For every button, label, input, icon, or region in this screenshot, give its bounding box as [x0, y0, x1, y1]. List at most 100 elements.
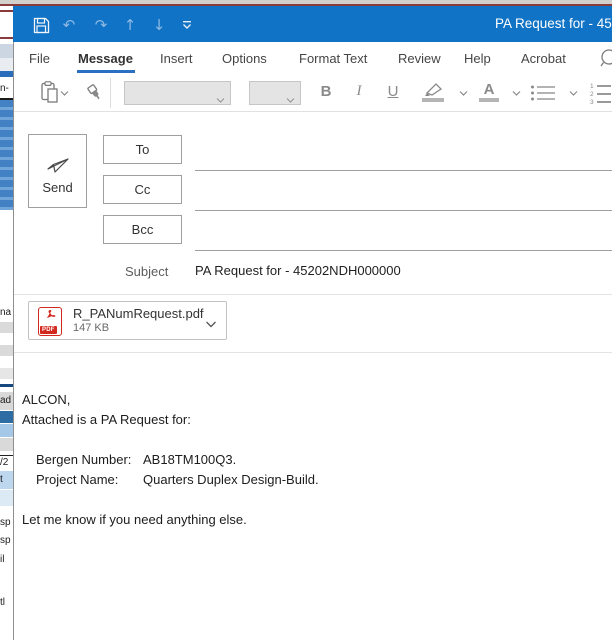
underline-button[interactable]: U — [385, 83, 401, 100]
chevron-down-icon — [205, 320, 217, 329]
message-window: ↶ ↷ ↑ ↓ PA Request for - 45202 File Mes — [13, 6, 612, 640]
paste-icon — [41, 81, 58, 103]
tab-options[interactable]: Options — [222, 51, 267, 66]
tab-insert[interactable]: Insert — [160, 51, 193, 66]
bullets-button[interactable] — [530, 84, 556, 102]
tab-review[interactable]: Review — [398, 51, 441, 66]
body-project-line: Project Name:Quarters Duplex Design-Buil… — [36, 470, 604, 490]
to-field[interactable] — [195, 143, 612, 171]
highlight-dropdown[interactable] — [459, 90, 468, 97]
ribbon-toolbar: B I U A — [13, 75, 612, 112]
bullets-icon — [530, 84, 556, 102]
body-greeting: ALCON, — [22, 390, 604, 410]
undo-icon: ↶ — [63, 16, 76, 34]
chevron-down-icon — [60, 90, 69, 97]
arrow-down-icon: ↓ — [153, 16, 166, 34]
tell-me-button[interactable] — [598, 47, 612, 74]
bergen-number-value: AB18TM100Q3. — [143, 452, 236, 467]
subject-label: Subject — [125, 264, 168, 279]
numbering-icon: 1 — [590, 83, 597, 90]
tab-message[interactable]: Message — [78, 51, 133, 66]
format-painter-icon — [85, 83, 105, 103]
bullets-dropdown[interactable] — [569, 90, 578, 97]
project-name-value: Quarters Duplex Design-Build. — [143, 472, 319, 487]
chevron-down-icon — [216, 97, 225, 104]
body-intro: Attached is a PA Request for: — [22, 410, 604, 430]
cc-button[interactable]: Cc — [103, 175, 182, 204]
send-icon — [44, 149, 72, 177]
title-bar: ↶ ↷ ↑ ↓ PA Request for - 45202 — [13, 6, 612, 42]
active-tab-indicator — [77, 70, 135, 73]
attachment-filename: R_PANumRequest.pdf — [73, 306, 204, 321]
background-text-fragment: /2 — [0, 457, 13, 468]
cc-field[interactable] — [195, 183, 612, 211]
window-left-edge — [13, 42, 14, 640]
acrobat-swirl-icon — [39, 308, 60, 323]
body-area-divider — [13, 352, 612, 353]
message-body-editor[interactable]: ALCON, Attached is a PA Request for: Ber… — [22, 390, 604, 640]
save-button[interactable] — [31, 15, 51, 35]
background-text-fragment: na — [0, 307, 13, 318]
background-text-fragment: sp — [0, 535, 13, 546]
send-button[interactable]: Send — [28, 134, 87, 208]
move-down-button[interactable]: ↓ — [149, 15, 169, 35]
attachment-options-dropdown[interactable] — [205, 316, 217, 334]
background-text-fragment: tl — [0, 597, 13, 608]
font-color-bar — [479, 98, 499, 102]
background-text-fragment: ad — [0, 395, 13, 406]
body-bergen-line: Bergen Number:AB18TM100Q3. — [36, 450, 604, 470]
subject-input[interactable]: PA Request for - 45202NDH000000 — [195, 258, 602, 284]
undo-button[interactable]: ↶ — [59, 15, 79, 35]
window-title: PA Request for - 45202 — [495, 16, 612, 31]
attachment-area-divider — [13, 294, 612, 295]
bcc-button[interactable]: Bcc — [103, 215, 182, 244]
font-name-select[interactable] — [124, 81, 231, 105]
move-up-button[interactable]: ↑ — [120, 15, 140, 35]
background-text-fragment: t — [0, 474, 13, 485]
chevron-down-icon — [459, 90, 468, 97]
tab-format-text[interactable]: Format Text — [299, 51, 367, 66]
redo-icon: ↷ — [95, 16, 108, 34]
chevron-down-icon — [286, 97, 295, 104]
ribbon-divider — [110, 78, 111, 108]
redo-button[interactable]: ↷ — [91, 15, 111, 35]
tab-file[interactable]: File — [29, 51, 50, 66]
paste-dropdown[interactable] — [60, 90, 69, 97]
tab-acrobat[interactable]: Acrobat — [521, 51, 566, 66]
body-closing: Let me know if you need anything else. — [22, 510, 604, 530]
highlight-icon — [422, 82, 444, 97]
bold-button[interactable]: B — [318, 83, 334, 100]
to-button[interactable]: To — [103, 135, 182, 164]
highlight-color-bar — [422, 98, 444, 102]
numbering-button[interactable]: 1 2 3 — [590, 82, 612, 106]
attachment-card[interactable]: PDF R_PANumRequest.pdf 147 KB — [28, 301, 227, 340]
bergen-number-label: Bergen Number: — [36, 450, 143, 470]
attachment-size: 147 KB — [73, 322, 109, 334]
background-text-fragment: il — [0, 554, 13, 565]
tab-help[interactable]: Help — [464, 51, 491, 66]
customize-quick-access-button[interactable] — [177, 15, 197, 35]
background-window-strip: n- na ad /2 t sp sp il tl — [0, 6, 13, 640]
customize-qat-icon — [181, 20, 193, 30]
chevron-down-icon — [512, 90, 521, 97]
text-highlight-button[interactable] — [422, 82, 444, 97]
pdf-file-icon: PDF — [38, 307, 62, 336]
chevron-down-icon — [569, 90, 578, 97]
pdf-type-label: PDF — [40, 326, 57, 334]
italic-button[interactable]: I — [351, 83, 367, 100]
format-painter-button[interactable] — [85, 83, 105, 103]
screen: n- na ad /2 t sp sp il tl ↶ ↷ — [0, 0, 612, 640]
font-color-dropdown[interactable] — [512, 90, 521, 97]
save-icon — [33, 17, 50, 34]
paste-button[interactable] — [41, 81, 58, 103]
font-size-select[interactable] — [249, 81, 301, 105]
tell-me-icon — [598, 47, 612, 69]
arrow-up-icon: ↑ — [124, 16, 137, 34]
background-text-fragment: n- — [0, 83, 13, 94]
font-color-button[interactable]: A — [481, 81, 497, 98]
ribbon-tab-strip: File Message Insert Options Format Text … — [13, 42, 612, 75]
send-button-label: Send — [29, 180, 86, 195]
project-name-label: Project Name: — [36, 470, 143, 490]
bcc-field[interactable] — [195, 223, 612, 251]
background-text-fragment: sp — [0, 517, 13, 528]
